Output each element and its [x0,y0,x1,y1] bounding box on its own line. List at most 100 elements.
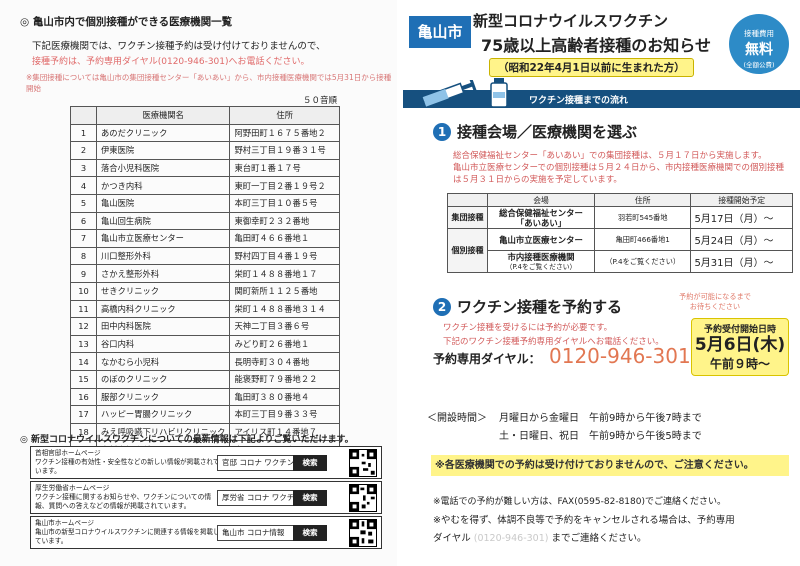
clinic-row: 16 服部クリニック 亀田町３８０番地４ [70,387,340,407]
qr-code-icon[interactable] [349,449,377,477]
clinic-name: 谷口内科 [95,334,231,354]
clinic-name: 田中内科医院 [95,317,231,336]
hours-title: ＜開設時間＞ [427,413,487,424]
info-text: 亀山市ホームページ 亀山市の新型コロナウイルスワクチンに関連する情報を掲載してい… [35,519,220,545]
step-2-number: 2 [433,298,451,316]
clinic-address: 能褒野町７９番地２２ [229,369,340,389]
venue-start-date: 5月24日（月）～ [690,228,793,251]
clinic-name: 服部クリニック [95,387,231,407]
clinic-list-note: 下記医療機関では、ワクチン接種予約は受け付けておりませんので、 [32,41,326,52]
vaccine-vial-icon [490,78,508,108]
clinic-number: 9 [70,264,97,283]
reserve-note-2: お待ちください [689,302,741,311]
clinic-number: 12 [70,317,97,336]
clinic-address: 東台町１番１７号 [229,158,340,178]
clinic-row: 15 のぼのクリニック 能褒野町７９番地２２ [70,369,340,389]
left-page: ◎ 亀山市内で個別接種ができる医療機関一覧 下記医療機関では、ワクチン接種予約は… [0,0,397,566]
clinic-name: 亀山回生病院 [95,211,231,231]
clinic-address: 野村四丁目４番１９号 [229,246,340,266]
clinic-address: 本町三丁目９番３３号 [229,405,340,424]
clinic-row: 5 亀山医院 本町三丁目１０番５号 [70,193,340,213]
clinic-name: 亀山市立医療センター [95,229,231,248]
badge-line3: (全額公費) [743,61,775,69]
venue-name-sub: 「あいあい」 [515,217,567,228]
headline-vaccine: 新型コロナウイルスワクチン [473,12,669,30]
clinic-number: 4 [70,176,97,195]
eligibility-text: 昭和22年4月1日以前に生まれた方 [508,62,675,74]
start-label: 予約受付開始日時 [703,325,776,335]
qr-code-icon[interactable] [349,484,377,512]
clinic-number: 2 [70,141,97,160]
venue-address: 亀田町466番地1 [594,228,692,251]
clinic-list-footnote: ※集団接種については亀山市の集団接種センター「あいあい」から、市内接種医療機関で… [26,73,392,93]
step-1-text-3: は５月３１日からの実施を予定しています。 [453,175,622,185]
info-box-mhlw: 厚生労働省ホームページ ワクチン接種に関するお知らせや、ワクチンについての情報、… [30,481,382,514]
info-box-kameyama: 亀山市ホームページ 亀山市の新型コロナウイルスワクチンに関連する情報を掲載してい… [30,516,382,549]
venue-col-header: 接種開始予定 [690,193,793,207]
phone-number[interactable]: 0120-946-301 [549,344,691,368]
clinic-address: みどり町２６番地１ [229,334,340,354]
qr-code-icon[interactable] [349,519,377,547]
venue-name-sub: （P.4をご覧ください） [505,262,577,271]
clinic-row: 11 高橋内科クリニック 栄町１４８８番地３１４ [70,299,340,319]
clinic-row: 17 ハッピー胃腸クリニック 本町三丁目９番３３号 [70,405,340,424]
clinic-row: 2 伊東医院 野村三丁目１９番３１号 [70,141,340,160]
venue-category: 集団接種 [447,206,488,229]
clinic-row: 13 谷口内科 みどり町２６番地１ [70,334,340,354]
clinic-name: 亀山医院 [95,193,231,213]
venue-col-header [447,193,488,207]
clinic-name: せきクリニック [95,281,231,301]
cancel-note-2: ダイヤル (0120-946-301) までご連絡ください。 [433,530,647,544]
clinic-number: 6 [70,211,97,231]
venue-col-header: 住所 [594,193,692,207]
clinic-name: かつき内科 [95,176,231,195]
clinic-address: 阿野田町１６７５番地２ [229,123,340,143]
clinic-number: 10 [70,281,97,301]
city-logo: 亀山市 [409,16,471,48]
venue-name: 市内接種医療機関 （P.4をご覧ください） [486,250,596,273]
search-button[interactable]: 検索 [293,490,327,506]
info-title: ◎ 新型コロナウイルスワクチンについての最新情報は下記よりご覧いただけます。 [20,435,354,445]
reservation-start-box: 予約受付開始日時 5月6日(木) 午前９時～ [691,318,789,376]
clinic-number: 5 [70,193,97,213]
clinic-address: 栄町１４８８番地３１４ [229,299,340,319]
clinic-list-title: ◎ 亀山市内で個別接種ができる医療機関一覧 [20,16,233,28]
cancel-note: ※やむを得ず、体調不良等で予約をキャンセルされる場合は、予約専用 [433,515,735,526]
venue-name: 総合保健福祉センター 「あいあい」 [486,206,596,229]
clinic-notice-banner: ※各医療機関での予約は受け付けておりませんので、ご注意ください。 [431,455,789,476]
search-button[interactable]: 検索 [293,455,327,471]
col-header-num [70,106,97,125]
clinic-number: 13 [70,334,97,354]
venue-address: 羽若町545番地 [594,206,692,229]
clinic-number: 7 [70,229,97,248]
info-box-kantei: 首相官邸ホームページ ワクチン接種の有効性・安全性などの新しい情報が掲載されてい… [30,446,382,479]
clinic-number: 3 [70,158,97,178]
clinic-table: 医療機関名 住所 1 あのだクリニック 阿野田町１６７５番地２ 2 伊東医院 野村三丁目１… [70,106,340,459]
syringe-icon [410,80,477,108]
start-time: 午前９時～ [709,357,770,371]
clinic-address: 長明寺町３０４番地 [229,352,340,371]
venue-col-header: 会場 [486,193,596,207]
step-2-text-1: ワクチン接種を受けるには予約が必要です。 [443,323,613,333]
venue-table: 会場 住所 接種開始予定 集団接種 総合保健福祉センター 「あいあい」 羽若町54… [447,193,793,273]
search-button[interactable]: 検索 [293,525,327,541]
clinic-name: 高橋内科クリニック [95,299,231,319]
clinic-table-body: 1 あのだクリニック 阿野田町１６７５番地２ 2 伊東医院 野村三丁目１９番３１号 3 落合小… [70,123,340,459]
clinic-number: 8 [70,246,97,266]
clinic-number: 14 [70,352,97,371]
cancel-note-end: までご連絡ください。 [551,533,647,544]
venue-category: 個別接種 [447,228,488,273]
start-date: 5月6日(木) [694,335,786,355]
clinic-name: あのだクリニック [95,123,231,143]
clinic-name: 伊東医院 [95,141,231,160]
clinic-row: 8 川口整形外科 野村四丁目４番１９号 [70,246,340,266]
step-1-text-1: 総合保健福祉センター「あいあい」での集団接種は、５月１７日から実施します。 [453,151,767,161]
clinic-address: 亀田町４６６番地１ [229,229,340,248]
step-1-number: 1 [433,123,451,141]
clinic-name: 川口整形外科 [95,246,231,266]
fax-note: ※電話での予約が難しい方は、FAX(0595-82-8180)でご連絡ください。 [433,497,726,507]
flow-title: ワクチン接種までの流れ [529,96,629,106]
clinic-name: さかえ整形外科 [95,264,231,283]
clinic-row: 4 かつき内科 東町一丁目２番１９号２ [70,176,340,195]
clinic-row: 9 さかえ整形外科 栄町１４８８番地１７ [70,264,340,283]
